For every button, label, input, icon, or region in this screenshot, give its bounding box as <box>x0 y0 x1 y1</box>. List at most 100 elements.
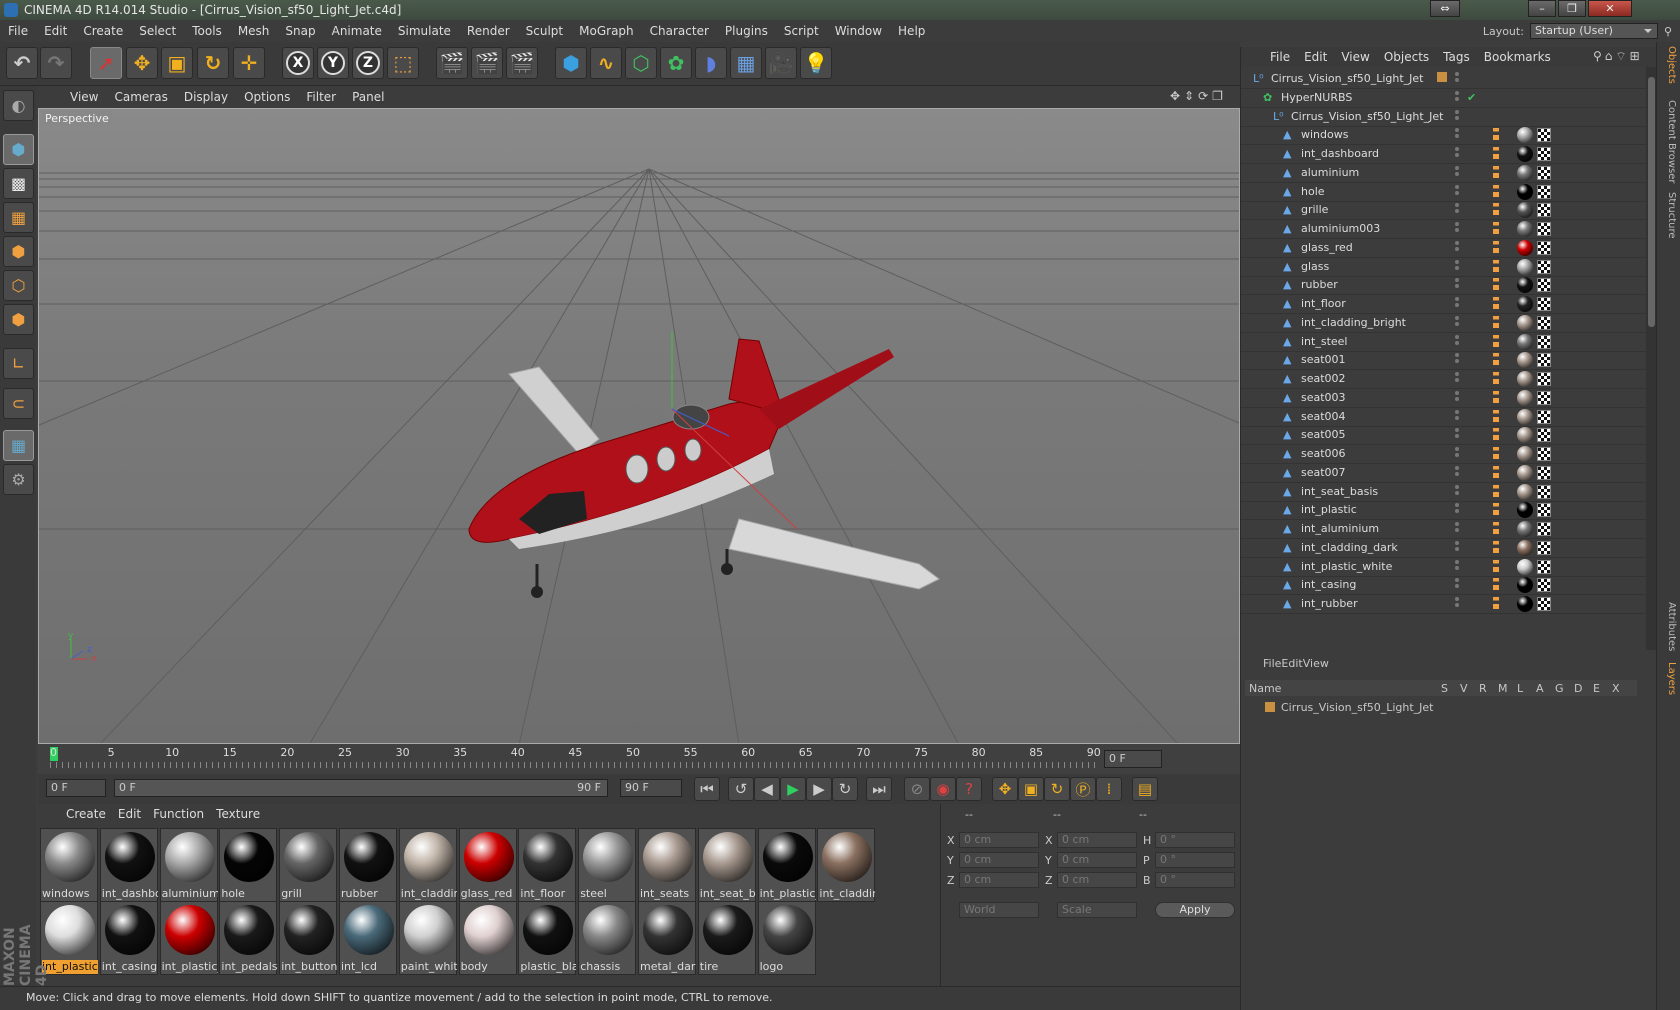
menu-render[interactable]: Render <box>459 24 518 38</box>
go-to-end-icon[interactable]: ⏭ <box>866 777 892 801</box>
material-swatch[interactable]: steel <box>578 828 637 902</box>
material-swatch[interactable]: int_casing <box>99 901 158 975</box>
material-tag-icon[interactable] <box>1517 427 1533 444</box>
perspective-viewport[interactable]: Perspective y x z <box>38 108 1240 744</box>
material-tag-icon[interactable] <box>1517 333 1533 350</box>
render-settings-icon[interactable]: 🎬 <box>506 47 538 79</box>
current-frame-field[interactable]: 0 F <box>1104 750 1162 768</box>
phong-tag-icon[interactable] <box>1493 259 1499 272</box>
phong-tag-icon[interactable] <box>1493 484 1499 497</box>
material-tag-icon[interactable] <box>1517 296 1533 312</box>
rot-p-field[interactable]: 0 ° <box>1155 852 1235 868</box>
visibility-dots[interactable] <box>1455 559 1463 572</box>
pos-z-field[interactable]: 0 cm <box>959 872 1039 888</box>
visibility-dots[interactable] <box>1455 203 1463 215</box>
texture-mode-icon[interactable]: ▩ <box>3 168 34 199</box>
menu-select[interactable]: Select <box>131 24 184 38</box>
object-row[interactable]: ▲ seat002 <box>1241 369 1646 389</box>
menu-sculpt[interactable]: Sculpt <box>518 24 571 38</box>
uvw-tag-icon[interactable] <box>1537 484 1551 499</box>
uvw-tag-icon[interactable] <box>1537 147 1551 161</box>
menu-script[interactable]: Script <box>776 24 827 38</box>
uvw-tag-icon[interactable] <box>1537 240 1551 255</box>
solo-icon[interactable]: ⚙ <box>3 464 34 495</box>
uvw-tag-icon[interactable] <box>1537 503 1551 518</box>
material-swatch[interactable]: paint_whit <box>398 901 457 975</box>
material-swatch[interactable]: int_seats <box>638 828 696 902</box>
size-x-field[interactable]: 0 cm <box>1057 832 1137 848</box>
material-tag-icon[interactable] <box>1517 389 1533 406</box>
layer-menu-edit[interactable]: Edit <box>1281 657 1302 670</box>
menu-edit[interactable]: Edit <box>36 24 75 38</box>
phong-tag-icon[interactable] <box>1493 465 1499 478</box>
menu-simulate[interactable]: Simulate <box>390 24 459 38</box>
material-menu-texture[interactable]: Texture <box>210 807 266 821</box>
object-row[interactable]: ▲ seat004 <box>1241 407 1646 427</box>
uvw-tag-icon[interactable] <box>1537 540 1551 555</box>
material-tag-icon[interactable] <box>1517 146 1533 162</box>
object-row[interactable]: L⁰ Cirrus_Vision_sf50_Light_Jet <box>1241 69 1646 89</box>
mograph-cloner-icon[interactable]: ✿ <box>660 47 692 79</box>
material-tag-icon[interactable] <box>1517 127 1533 144</box>
phong-tag-icon[interactable] <box>1493 278 1499 291</box>
play-icon[interactable]: ▶ <box>780 777 806 801</box>
visibility-dots[interactable] <box>1455 540 1463 553</box>
uvw-tag-icon[interactable] <box>1537 559 1551 574</box>
viewport-menu-view[interactable]: View <box>62 90 106 104</box>
object-row[interactable]: ▲ int_rubber <box>1241 594 1646 614</box>
redo-icon[interactable]: ↷ <box>40 47 72 79</box>
object-menu-file[interactable]: File <box>1263 50 1297 64</box>
uvw-tag-icon[interactable] <box>1537 315 1551 330</box>
render-picture-viewer-icon[interactable]: 🎬 <box>471 47 503 79</box>
object-row[interactable]: ▲ rubber <box>1241 275 1646 296</box>
phong-tag-icon[interactable] <box>1493 409 1499 422</box>
object-row[interactable]: ▲ seat006 <box>1241 444 1646 464</box>
material-swatch[interactable]: logo <box>757 901 816 975</box>
menu-snap[interactable]: Snap <box>277 24 323 38</box>
uvw-tag-icon[interactable] <box>1537 222 1551 236</box>
side-tab-structure[interactable]: Structure <box>1661 192 1677 239</box>
material-tag-icon[interactable] <box>1517 314 1533 331</box>
points-mode-icon[interactable]: ⬢ <box>3 236 34 267</box>
rot-h-field[interactable]: 0 ° <box>1155 832 1235 848</box>
side-tab-objects[interactable]: Objects <box>1661 46 1677 84</box>
material-swatch[interactable]: int_claddin <box>398 828 457 902</box>
object-row[interactable]: ✿ HyperNURBS ✔ <box>1241 88 1646 108</box>
scale-icon[interactable]: ▣ <box>161 47 193 79</box>
material-swatch[interactable]: plastic_bla <box>518 901 577 975</box>
material-tag-icon[interactable] <box>1517 539 1533 556</box>
uvw-tag-icon[interactable] <box>1537 297 1551 311</box>
phong-tag-icon[interactable] <box>1493 184 1499 197</box>
object-row[interactable]: ▲ seat007 <box>1241 463 1646 483</box>
menu-file[interactable]: File <box>0 24 36 38</box>
uvw-tag-icon[interactable] <box>1537 165 1551 180</box>
material-tag-icon[interactable] <box>1517 221 1533 237</box>
object-row[interactable]: ▲ aluminium003 <box>1241 219 1646 239</box>
minimize-button[interactable]: – <box>1528 0 1556 17</box>
menu-window[interactable]: Window <box>827 24 890 38</box>
uvw-tag-icon[interactable] <box>1537 465 1551 480</box>
rotate-icon[interactable]: ↻ <box>197 47 229 79</box>
search-icon[interactable]: ⚲ <box>1664 25 1672 38</box>
move-icon[interactable]: ✥ <box>126 47 158 79</box>
layer-col-v[interactable]: V <box>1456 682 1475 695</box>
uvw-tag-icon[interactable] <box>1537 409 1551 424</box>
cube-object-icon[interactable]: ⬢ <box>555 47 587 79</box>
object-row[interactable]: ▲ glass_red <box>1241 238 1646 258</box>
layer-col-a[interactable]: A <box>1532 682 1551 695</box>
material-swatch[interactable]: int_pedals <box>219 901 278 975</box>
object-row[interactable]: ▲ int_floor <box>1241 294 1646 314</box>
material-tag-icon[interactable] <box>1517 596 1533 612</box>
material-tag-icon[interactable] <box>1517 502 1533 519</box>
visibility-dots[interactable] <box>1455 484 1463 497</box>
uvw-tag-icon[interactable] <box>1537 428 1551 443</box>
record-keys-icon[interactable]: ⊘ <box>904 777 930 801</box>
visibility-dots[interactable] <box>1455 222 1463 234</box>
key-parameter-icon[interactable]: Ⓟ <box>1070 777 1096 801</box>
visibility-dots[interactable] <box>1455 353 1463 365</box>
snap-icon[interactable]: ⊂ <box>3 388 34 419</box>
material-swatch[interactable]: hole <box>219 828 278 902</box>
phong-tag-icon[interactable] <box>1493 597 1499 609</box>
side-tab-attributes[interactable]: Attributes <box>1661 602 1677 651</box>
size-z-field[interactable]: 0 cm <box>1057 872 1137 888</box>
